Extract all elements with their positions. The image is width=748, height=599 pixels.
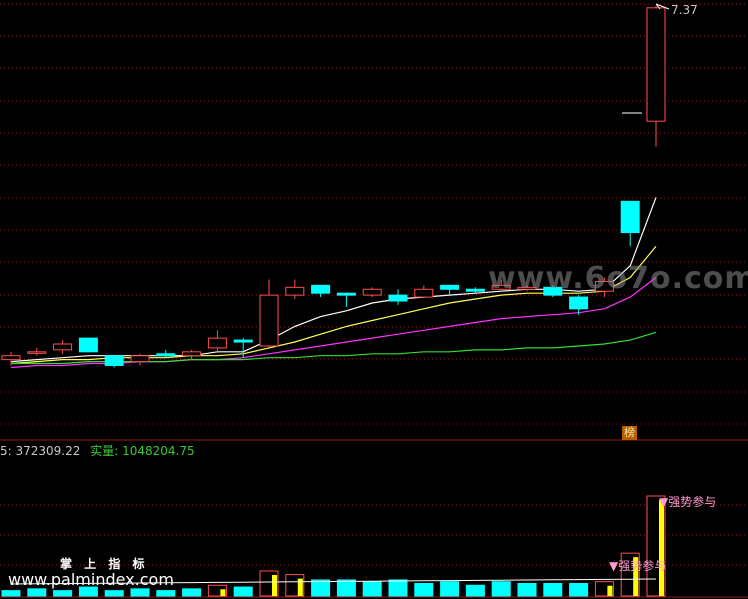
candle-body (130, 355, 150, 363)
volume-bar (440, 581, 460, 597)
volume-bar (1, 590, 21, 597)
candle-body (53, 343, 73, 351)
volume-bar-accent (272, 575, 277, 596)
volume-bar (130, 588, 150, 597)
real-volume-value: 1048204.75 (122, 444, 195, 458)
candle-body (78, 337, 98, 353)
candle-body (182, 351, 202, 357)
candle-body (646, 7, 666, 122)
candle-body (440, 284, 460, 290)
volume-bar (362, 581, 382, 597)
candle-body (259, 294, 279, 347)
candle-body (388, 294, 408, 302)
candle-body (336, 292, 356, 296)
watermark: www.6o7o.com (488, 261, 748, 296)
candle-body (27, 351, 47, 354)
candle-body (207, 337, 227, 349)
kline-chart (0, 3, 748, 598)
volume-bar (543, 583, 563, 597)
logo-url: www.palmindex.com (8, 570, 174, 589)
volume-bar-accent (220, 589, 226, 596)
volume-bar (104, 590, 124, 597)
candle-body (285, 286, 305, 296)
candle-body (1, 355, 21, 361)
candle-body (156, 353, 176, 357)
volume-bar-accent (659, 500, 664, 596)
signal-label-top: ▼强势参与 (659, 495, 717, 509)
volume-bar (53, 590, 73, 597)
volume-bar (27, 588, 47, 597)
volume-bar (233, 586, 253, 597)
candle-body (311, 284, 331, 294)
volume-info: 5: 372309.22 实量: 1048204.75 (0, 442, 195, 459)
volume-bar (388, 579, 408, 597)
candle-body (569, 296, 589, 310)
candle-body (414, 288, 434, 298)
candle-body (233, 339, 253, 343)
volume-bar-accent (297, 578, 303, 596)
candle-body (362, 288, 382, 296)
volume-bar (336, 579, 356, 597)
marker-badge: 榜 (622, 426, 637, 440)
volume-bar (414, 583, 434, 597)
volume-bar (182, 588, 202, 597)
signal-label-low: ▼强势参与 (609, 559, 667, 573)
candle-body (104, 355, 124, 366)
volume-bar-accent (607, 585, 613, 596)
volume-bar (569, 583, 589, 597)
volume-bar (517, 583, 537, 597)
volume-ma-value: 5: 372309.22 (0, 444, 81, 458)
volume-bar (491, 581, 511, 597)
candle-body (465, 288, 485, 292)
candle-body (620, 200, 640, 234)
volume-bar (465, 584, 485, 597)
real-volume-label: 实量: (90, 444, 119, 458)
volume-bar (311, 579, 331, 597)
volume-bar (156, 590, 176, 597)
high-price-label: 7.37 (671, 3, 698, 17)
